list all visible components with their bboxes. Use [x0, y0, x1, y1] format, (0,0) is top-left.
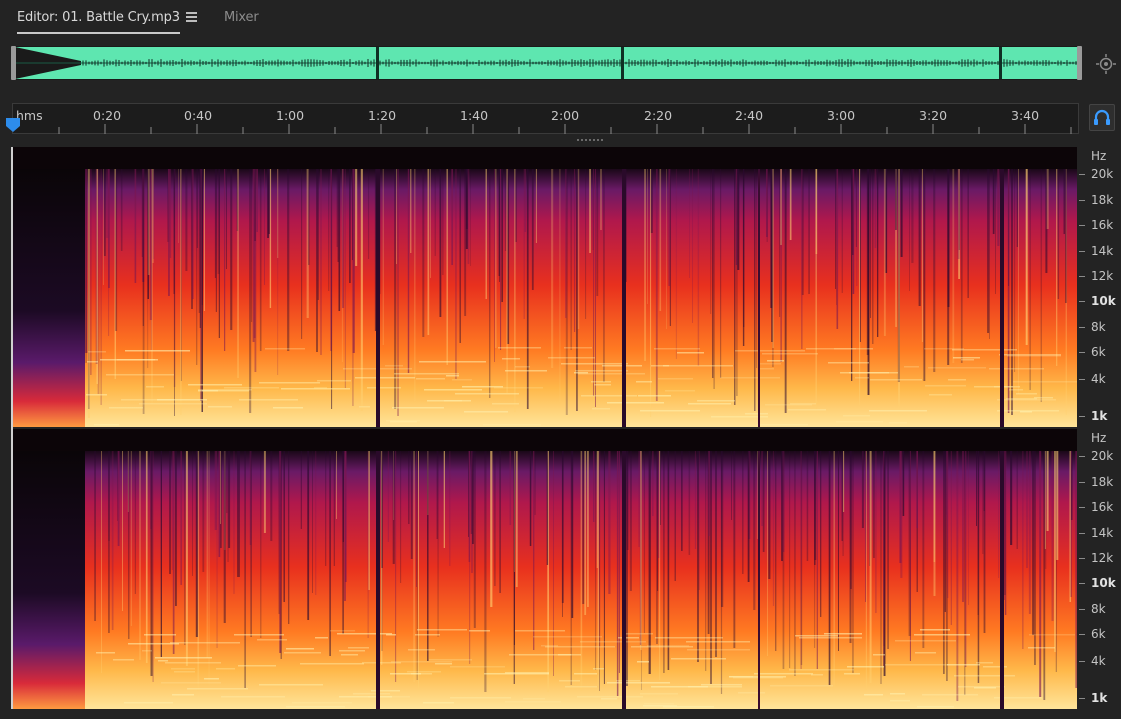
spectrogram-graphic — [13, 147, 1077, 427]
panel-resize-handle[interactable] — [575, 138, 607, 142]
ruler-label: 0:20 — [93, 108, 122, 123]
frequency-scale-left: Hz 20k 18k 16k 14k 12k 10k 8k 6k 4k 1k — [1079, 147, 1121, 427]
ruler-label: 3:40 — [1011, 108, 1040, 123]
hz-label: 4k — [1091, 654, 1106, 668]
hz-label: 6k — [1091, 627, 1106, 641]
hz-label: 12k — [1091, 551, 1114, 565]
hz-label: 14k — [1091, 244, 1114, 258]
hz-label: 20k — [1091, 167, 1114, 181]
hz-label: 18k — [1091, 193, 1114, 207]
time-ruler[interactable]: hms 0:20 0:40 1:00 1:20 1:40 2:00 2:20 2… — [12, 103, 1079, 134]
active-tab-underline — [17, 32, 180, 34]
ruler-label: 2:20 — [644, 108, 673, 123]
hamburger-icon[interactable] — [186, 12, 197, 22]
bottom-border — [0, 709, 1121, 719]
ruler-label: 3:20 — [919, 108, 948, 123]
hz-label: 16k — [1091, 500, 1114, 514]
hz-label: 16k — [1091, 218, 1114, 232]
overview-waveform[interactable] — [11, 46, 1082, 80]
hz-label: 4k — [1091, 372, 1106, 386]
ruler-label: 1:40 — [460, 108, 489, 123]
tab-editor-label: Editor: 01. Battle Cry.mp3 — [17, 10, 180, 25]
tab-mixer-label: Mixer — [224, 10, 259, 25]
zoom-navigator-icon[interactable] — [1095, 53, 1117, 75]
hz-label: 18k — [1091, 475, 1114, 489]
hz-label: 20k — [1091, 449, 1114, 463]
ruler-label: 1:00 — [276, 108, 305, 123]
hz-label: 1k — [1091, 691, 1108, 705]
hz-label: 10k — [1091, 294, 1116, 308]
headphones-icon — [1094, 109, 1110, 125]
hz-label: 12k — [1091, 269, 1114, 283]
spectrogram-channel-right[interactable] — [13, 429, 1077, 709]
hz-label: 10k — [1091, 576, 1116, 590]
hz-label: 8k — [1091, 320, 1106, 334]
hz-label: 8k — [1091, 602, 1106, 616]
spectrogram-graphic — [13, 429, 1077, 709]
playhead-marker-icon[interactable] — [5, 118, 21, 134]
tab-mixer[interactable]: Mixer — [224, 10, 259, 25]
hz-label: 14k — [1091, 526, 1114, 540]
ruler-label: 1:20 — [368, 108, 397, 123]
tab-bar: Editor: 01. Battle Cry.mp3 Mixer — [0, 0, 1121, 38]
hz-label: 6k — [1091, 345, 1106, 359]
hz-unit-label: Hz — [1091, 431, 1107, 445]
overview-waveform-graphic — [11, 46, 1082, 80]
ruler-label: 3:00 — [827, 108, 856, 123]
frequency-scale-right: Hz 20k 18k 16k 14k 12k 10k 8k 6k 4k 1k — [1079, 429, 1121, 709]
spectrogram-channel-left[interactable] — [13, 147, 1077, 427]
ruler-label: 2:00 — [551, 108, 580, 123]
ruler-label: 2:40 — [735, 108, 764, 123]
tab-editor[interactable]: Editor: 01. Battle Cry.mp3 — [17, 10, 180, 34]
monitor-button[interactable] — [1089, 104, 1115, 131]
hz-unit-label: Hz — [1091, 149, 1107, 163]
ruler-label: 0:40 — [184, 108, 213, 123]
hz-label: 1k — [1091, 409, 1108, 423]
